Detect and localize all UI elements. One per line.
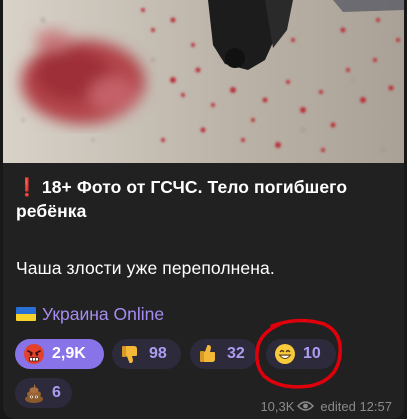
reaction-count: 6: [52, 384, 61, 401]
view-count: 10,3K: [260, 398, 295, 414]
reaction-thumbs-down[interactable]: 98: [112, 339, 181, 369]
grinning-face-icon: [275, 344, 295, 364]
ukraine-flag-icon: [16, 307, 36, 321]
photo-image: [3, 0, 404, 163]
post-title-text: 18+ Фото от ГСЧС. Тело погибшего ребёнка: [16, 177, 348, 221]
thumbs-down-icon: [122, 346, 137, 363]
reaction-pile-of-poo[interactable]: 6: [15, 378, 72, 408]
reaction-count: 10: [303, 345, 321, 362]
reaction-thumbs-up[interactable]: 32: [190, 339, 257, 369]
message-meta: 10,3K edited 12:57: [260, 396, 392, 416]
pile-of-poo-icon: [25, 384, 43, 403]
chat-background: ❗ 18+ Фото от ГСЧС. Тело погибшего ребёнк…: [0, 0, 407, 419]
thumbs-up-icon: [200, 345, 215, 362]
reaction-count: 32: [227, 345, 245, 362]
reaction-angry-face[interactable]: 2,9K: [15, 339, 104, 369]
post-body: Чаша злости уже переполнена.: [16, 258, 275, 278]
angry-face-icon: [24, 344, 44, 364]
post-title: ❗ 18+ Фото от ГСЧС. Тело погибшего ребёнк…: [16, 175, 388, 223]
reaction-count: 2,9K: [52, 345, 86, 362]
eye-icon: [297, 401, 315, 411]
reaction-grinning-face[interactable]: 10: [266, 339, 336, 369]
channel-link[interactable]: Украина Online: [16, 302, 164, 326]
exclamation-icon: ❗: [16, 177, 38, 197]
reaction-count: 98: [149, 345, 167, 362]
edited-time: edited 12:57: [320, 398, 392, 414]
channel-link-label: Украина Online: [42, 303, 165, 324]
post-photo[interactable]: [3, 0, 404, 163]
message-bubble[interactable]: ❗ 18+ Фото от ГСЧС. Тело погибшего ребёнк…: [3, 0, 404, 419]
